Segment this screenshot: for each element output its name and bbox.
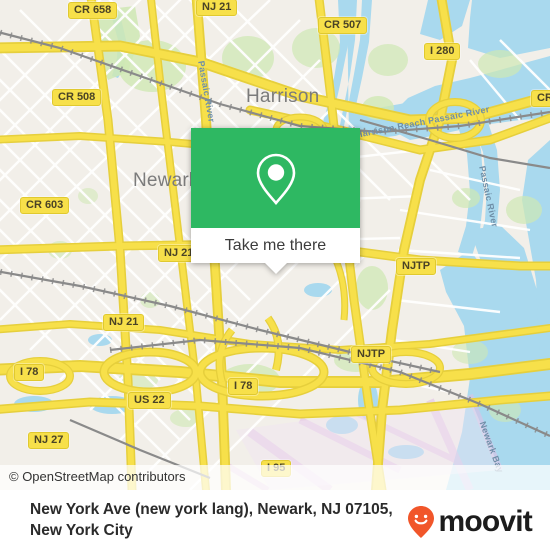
- road-shield[interactable]: I 78: [228, 378, 259, 395]
- road-shield[interactable]: CR 508: [52, 89, 102, 106]
- take-me-there-button[interactable]: Take me there: [191, 228, 360, 263]
- moovit-logo[interactable]: moovit: [406, 505, 533, 539]
- address-line-2: New York City: [30, 522, 133, 539]
- map-label-harrison: Harrison: [246, 86, 320, 107]
- road-shield[interactable]: NJ 21: [196, 0, 238, 16]
- map-pin-icon: [191, 150, 360, 208]
- road-shield[interactable]: CR 507: [318, 17, 368, 34]
- road-shield[interactable]: NJTP: [351, 346, 392, 363]
- take-me-there-label: Take me there: [224, 236, 327, 254]
- moovit-wordmark: moovit: [438, 505, 532, 538]
- road-shield[interactable]: I 78: [14, 364, 45, 381]
- osm-attribution-text[interactable]: © OpenStreetMap contributors: [9, 469, 186, 484]
- road-shield[interactable]: NJ 21: [103, 314, 145, 331]
- location-callout-card[interactable]: Take me there: [191, 128, 360, 274]
- road-shield[interactable]: NJ 27: [28, 432, 70, 449]
- road-shield[interactable]: CR 603: [20, 197, 70, 214]
- footer-bar: New York Ave (new york lang), Newark, NJ…: [0, 490, 550, 550]
- callout-header: [191, 128, 360, 228]
- map-label-newark: Newark: [133, 170, 199, 191]
- road-shield[interactable]: CR: [531, 90, 550, 107]
- road-shield[interactable]: CR 658: [68, 2, 118, 19]
- address-block: New York Ave (new york lang), Newark, NJ…: [30, 499, 393, 541]
- moovit-map-screenshot: Harrison Newark Passaic River Harrison R…: [0, 0, 550, 550]
- road-shield[interactable]: I 280: [424, 43, 461, 60]
- road-shield[interactable]: US 22: [128, 392, 171, 409]
- road-shield[interactable]: NJTP: [396, 258, 437, 275]
- map-attribution-bar: © OpenStreetMap contributors: [0, 465, 550, 490]
- callout-pointer-tail: [264, 263, 287, 274]
- moovit-pin-icon: [408, 506, 435, 538]
- address-line-1: New York Ave (new york lang), Newark, NJ…: [30, 501, 393, 518]
